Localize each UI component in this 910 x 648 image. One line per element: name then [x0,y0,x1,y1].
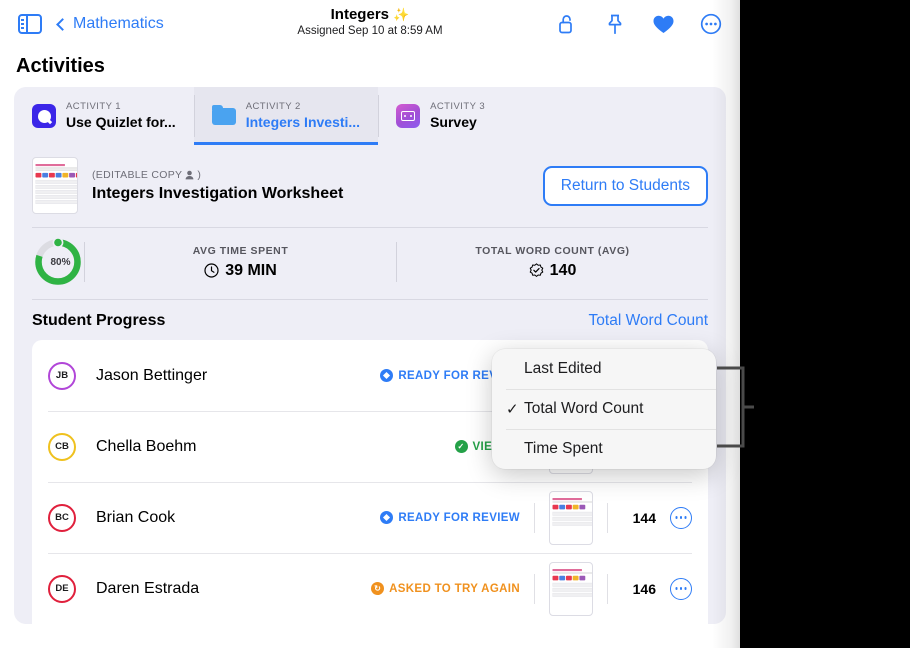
callout-bracket [717,366,755,448]
student-name: Chella Boehm [96,438,197,456]
sort-by-button[interactable]: Total Word Count [589,312,708,330]
tab-activity-1-label: Use Quizlet for... [66,114,176,131]
nav-left-group: Mathematics [18,14,164,34]
word-count-value: 144 [622,510,656,526]
table-row[interactable]: DE Daren Estrada ↻ ASKED TO TRY AGAIN [32,553,708,624]
sort-dropdown-menu: Last Edited ✓ Total Word Count Time Spen… [492,349,716,469]
completion-ring-label: 80% [32,236,84,288]
tab-activity-1[interactable]: ACTIVITY 1 Use Quizlet for... [14,87,194,145]
avatar: CB [48,433,76,461]
worksheet-thumbnail[interactable] [32,157,78,214]
avatar: BC [48,504,76,532]
ready-for-review-icon [380,369,393,382]
stat-avg-time-spent-label: AVG TIME SPENT [85,245,396,257]
student-work-thumbnail[interactable] [549,491,593,545]
tab-activity-2-texts: ACTIVITY 2 Integers Investi... [246,101,360,131]
folder-icon [212,104,236,128]
tab-activity-2[interactable]: ACTIVITY 2 Integers Investi... [194,87,378,145]
student-name: Daren Estrada [96,580,199,598]
row-more-options-icon[interactable] [670,578,692,600]
stat-total-word-count-value-group: 140 [397,262,708,280]
dropdown-item-label: Total Word Count [524,400,643,418]
editable-copy-close: ) [197,168,201,182]
dropdown-item-total-word-count[interactable]: ✓ Total Word Count [492,389,716,429]
clock-icon [204,263,219,278]
checkmark-icon: ✓ [506,400,524,418]
stat-avg-time-spent-value: 39 MIN [225,262,277,280]
avatar: JB [48,362,76,390]
status-badge-label: READY FOR REVIEW [398,512,520,524]
stat-avg-time-spent-value-group: 39 MIN [85,262,396,280]
table-row[interactable]: BC Brian Cook READY FOR REVIEW [32,482,708,553]
editable-copy-badge: (EDITABLE COPY ) [92,168,529,182]
row-right-group: ↻ ASKED TO TRY AGAIN [371,562,692,616]
checkmark-seal-icon [529,263,544,278]
top-navigation-bar: Mathematics Integers ✨ Assigned Sep 10 a… [0,0,740,48]
dropdown-item-last-edited[interactable]: Last Edited [492,349,716,389]
tab-activity-1-texts: ACTIVITY 1 Use Quizlet for... [66,101,176,131]
worksheet-title: Integers Investigation Worksheet [92,185,529,203]
stat-total-word-count: TOTAL WORD COUNT (AVG) 140 [397,245,708,280]
status-badge: READY FOR REVIEW [380,511,520,524]
word-count-value: 146 [622,581,656,597]
row-divider [534,503,535,533]
sparkles-icon: ✨ [393,7,409,22]
heart-icon[interactable] [652,13,674,35]
avatar: DE [48,575,76,603]
right-black-panel [740,0,910,648]
row-divider [607,574,608,604]
dropdown-item-time-spent[interactable]: Time Spent [492,429,716,469]
nav-actions-group [556,13,722,35]
back-link-label: Mathematics [73,15,164,33]
activity-tabs: ACTIVITY 1 Use Quizlet for... ACTIVITY 2… [14,87,726,145]
assignment-title-text: Integers [331,6,389,23]
back-to-mathematics-button[interactable]: Mathematics [58,15,164,33]
viewed-icon: ✓ [455,440,468,453]
sidebar-toggle-icon[interactable] [18,14,42,34]
dropdown-item-label: Time Spent [524,440,603,458]
tab-activity-1-kicker: ACTIVITY 1 [66,101,176,112]
pin-icon[interactable] [604,13,626,35]
student-work-thumbnail[interactable] [549,562,593,616]
assignment-detail-screen: Mathematics Integers ✨ Assigned Sep 10 a… [0,0,740,648]
student-progress-title: Student Progress [32,312,165,330]
dropdown-item-label: Last Edited [524,360,602,378]
stat-avg-time-spent: AVG TIME SPENT 39 MIN [85,245,396,280]
row-right-group: READY FOR REVIEW [380,491,692,545]
student-progress-header: Student Progress Total Word Count [14,300,726,340]
row-more-options-icon[interactable] [670,507,692,529]
quizlet-icon [32,104,56,128]
more-options-icon[interactable] [700,13,722,35]
worksheet-thumbnail-preview [33,164,78,204]
tab-activity-3[interactable]: ACTIVITY 3 Survey [378,87,556,145]
stat-total-word-count-label: TOTAL WORD COUNT (AVG) [397,245,708,257]
ready-for-review-icon [380,511,393,524]
editable-copy-label: (EDITABLE COPY [92,168,182,182]
row-divider [607,503,608,533]
unlock-icon[interactable] [556,13,578,35]
tab-activity-3-kicker: ACTIVITY 3 [430,101,485,112]
survey-icon [396,104,420,128]
student-name: Brian Cook [96,509,175,527]
status-badge: ↻ ASKED TO TRY AGAIN [371,582,520,595]
tab-activity-3-label: Survey [430,114,485,131]
student-name: Jason Bettinger [96,367,207,385]
chevron-left-icon [56,18,69,31]
asked-to-try-again-icon: ↻ [371,582,384,595]
row-divider [534,574,535,604]
status-badge-label: ASKED TO TRY AGAIN [389,583,520,595]
stats-row: 80% AVG TIME SPENT 39 MIN TOTAL WORD COU… [14,228,726,300]
completion-ring: 80% [32,236,84,288]
tab-activity-3-texts: ACTIVITY 3 Survey [430,101,485,131]
stat-total-word-count-value: 140 [550,262,577,280]
worksheet-meta: (EDITABLE COPY ) Integers Investigation … [92,168,529,203]
tab-activity-2-kicker: ACTIVITY 2 [246,101,360,112]
worksheet-row: (EDITABLE COPY ) Integers Investigation … [14,145,726,228]
page-title: Activities [0,48,740,87]
return-to-students-button[interactable]: Return to Students [543,166,708,206]
person-icon [185,170,194,180]
tab-activity-2-label: Integers Investi... [246,114,360,131]
